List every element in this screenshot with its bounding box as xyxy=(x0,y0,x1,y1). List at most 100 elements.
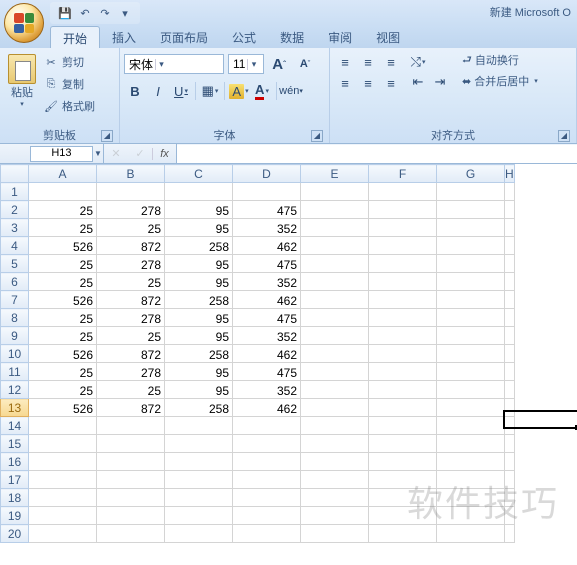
cell-A18[interactable] xyxy=(29,489,97,507)
cell-D15[interactable] xyxy=(233,435,301,453)
cut-button[interactable]: ✂剪切 xyxy=(43,52,95,72)
cell-C11[interactable]: 95 xyxy=(165,363,233,381)
cell-E13[interactable] xyxy=(301,399,369,417)
column-header-D[interactable]: D xyxy=(233,165,301,183)
cell-F13[interactable] xyxy=(369,399,437,417)
cell-H3[interactable] xyxy=(505,219,515,237)
increase-indent-button[interactable]: ⇥ xyxy=(429,72,451,92)
cell-B19[interactable] xyxy=(97,507,165,525)
cell-E11[interactable] xyxy=(301,363,369,381)
cell-G1[interactable] xyxy=(437,183,505,201)
row-header-9[interactable]: 9 xyxy=(1,327,29,345)
cell-B8[interactable]: 278 xyxy=(97,309,165,327)
tab-插入[interactable]: 插入 xyxy=(100,26,148,48)
cell-B18[interactable] xyxy=(97,489,165,507)
row-header-15[interactable]: 15 xyxy=(1,435,29,453)
cell-G5[interactable] xyxy=(437,255,505,273)
cell-D4[interactable]: 462 xyxy=(233,237,301,255)
border-button[interactable]: ▦ xyxy=(199,81,221,101)
cell-E18[interactable] xyxy=(301,489,369,507)
save-icon[interactable]: 💾 xyxy=(56,4,74,22)
cell-C5[interactable]: 95 xyxy=(165,255,233,273)
cell-B2[interactable]: 278 xyxy=(97,201,165,219)
cell-H19[interactable] xyxy=(505,507,515,525)
cell-C8[interactable]: 95 xyxy=(165,309,233,327)
cell-E4[interactable] xyxy=(301,237,369,255)
cell-D9[interactable]: 352 xyxy=(233,327,301,345)
cancel-formula-button[interactable]: ✕ xyxy=(104,147,128,160)
cell-C15[interactable] xyxy=(165,435,233,453)
cell-F18[interactable] xyxy=(369,489,437,507)
row-header-18[interactable]: 18 xyxy=(1,489,29,507)
cell-E17[interactable] xyxy=(301,471,369,489)
cell-E3[interactable] xyxy=(301,219,369,237)
cell-B9[interactable]: 25 xyxy=(97,327,165,345)
cell-C16[interactable] xyxy=(165,453,233,471)
cell-D16[interactable] xyxy=(233,453,301,471)
cell-B7[interactable]: 872 xyxy=(97,291,165,309)
cell-G6[interactable] xyxy=(437,273,505,291)
cell-H11[interactable] xyxy=(505,363,515,381)
cell-F7[interactable] xyxy=(369,291,437,309)
align-top-button[interactable]: ≡ xyxy=(334,52,356,72)
cell-E2[interactable] xyxy=(301,201,369,219)
cell-G11[interactable] xyxy=(437,363,505,381)
cell-F3[interactable] xyxy=(369,219,437,237)
cell-C1[interactable] xyxy=(165,183,233,201)
paste-button[interactable]: 粘贴 ▾ xyxy=(4,50,40,127)
cell-H6[interactable] xyxy=(505,273,515,291)
cell-G9[interactable] xyxy=(437,327,505,345)
cell-A7[interactable]: 526 xyxy=(29,291,97,309)
cell-F6[interactable] xyxy=(369,273,437,291)
cell-G7[interactable] xyxy=(437,291,505,309)
cell-A4[interactable]: 526 xyxy=(29,237,97,255)
align-right-button[interactable]: ≡ xyxy=(380,73,402,93)
cell-H5[interactable] xyxy=(505,255,515,273)
cell-G4[interactable] xyxy=(437,237,505,255)
font-name-combo[interactable]: 宋体▾ xyxy=(124,54,224,74)
row-header-8[interactable]: 8 xyxy=(1,309,29,327)
column-header-H[interactable]: H xyxy=(505,165,515,183)
cell-E8[interactable] xyxy=(301,309,369,327)
cell-D11[interactable]: 475 xyxy=(233,363,301,381)
cell-A3[interactable]: 25 xyxy=(29,219,97,237)
cell-D2[interactable]: 475 xyxy=(233,201,301,219)
cell-G3[interactable] xyxy=(437,219,505,237)
merge-center-button[interactable]: ⬌合并后居中▾ xyxy=(458,71,542,91)
cell-F4[interactable] xyxy=(369,237,437,255)
cell-C3[interactable]: 95 xyxy=(165,219,233,237)
cell-F2[interactable] xyxy=(369,201,437,219)
cell-D18[interactable] xyxy=(233,489,301,507)
cell-A19[interactable] xyxy=(29,507,97,525)
cell-A2[interactable]: 25 xyxy=(29,201,97,219)
row-header-17[interactable]: 17 xyxy=(1,471,29,489)
cell-H2[interactable] xyxy=(505,201,515,219)
cell-B20[interactable] xyxy=(97,525,165,543)
cell-H20[interactable] xyxy=(505,525,515,543)
row-header-1[interactable]: 1 xyxy=(1,183,29,201)
font-launcher[interactable]: ◢ xyxy=(311,130,323,142)
phonetic-button[interactable]: wén▾ xyxy=(280,81,302,101)
cell-A17[interactable] xyxy=(29,471,97,489)
cell-F11[interactable] xyxy=(369,363,437,381)
cell-C19[interactable] xyxy=(165,507,233,525)
row-header-11[interactable]: 11 xyxy=(1,363,29,381)
cell-F5[interactable] xyxy=(369,255,437,273)
cell-F14[interactable] xyxy=(369,417,437,435)
undo-icon[interactable]: ↶ xyxy=(76,4,94,22)
cell-B13[interactable]: 872 xyxy=(97,399,165,417)
cell-G8[interactable] xyxy=(437,309,505,327)
cell-A20[interactable] xyxy=(29,525,97,543)
cell-D1[interactable] xyxy=(233,183,301,201)
tab-开始[interactable]: 开始 xyxy=(50,26,100,48)
cell-C12[interactable]: 95 xyxy=(165,381,233,399)
cell-E6[interactable] xyxy=(301,273,369,291)
cell-H15[interactable] xyxy=(505,435,515,453)
cell-B11[interactable]: 278 xyxy=(97,363,165,381)
cell-G20[interactable] xyxy=(437,525,505,543)
cell-D19[interactable] xyxy=(233,507,301,525)
cell-F16[interactable] xyxy=(369,453,437,471)
cell-C9[interactable]: 95 xyxy=(165,327,233,345)
cell-G2[interactable] xyxy=(437,201,505,219)
row-header-20[interactable]: 20 xyxy=(1,525,29,543)
